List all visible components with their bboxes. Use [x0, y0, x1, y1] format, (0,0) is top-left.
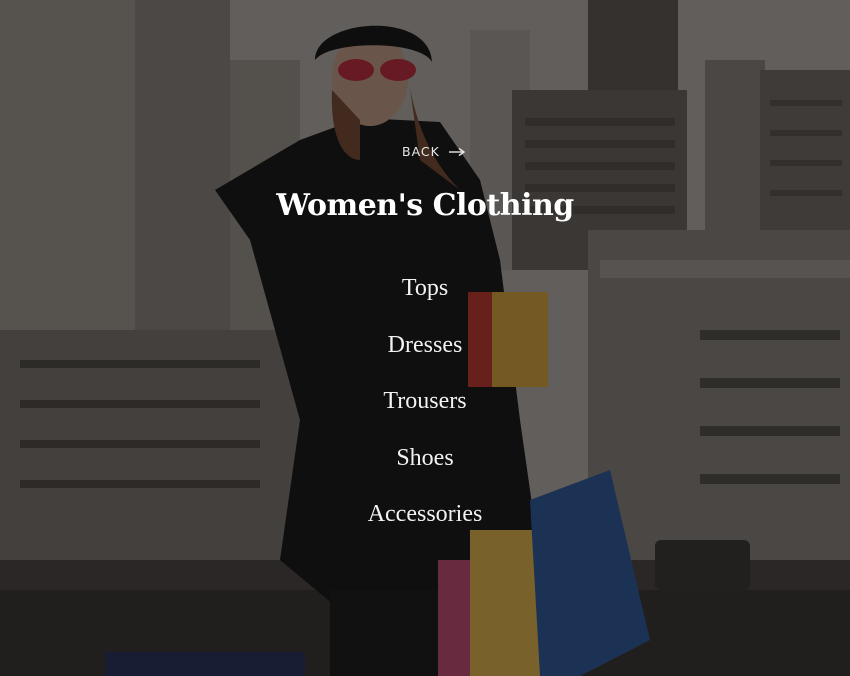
- list-item: Trousers: [0, 381, 850, 438]
- list-item: Dresses: [0, 325, 850, 382]
- back-label: BACK: [402, 144, 440, 159]
- category-menu: BACK Women's Clothing Tops Dresses Trous…: [0, 0, 850, 676]
- list-item: Shoes: [0, 438, 850, 495]
- menu-item-tops[interactable]: Tops: [0, 268, 850, 325]
- list-item: Tops: [0, 268, 850, 325]
- menu-item-shoes[interactable]: Shoes: [0, 438, 850, 495]
- menu-item-trousers[interactable]: Trousers: [0, 381, 850, 438]
- category-list: Tops Dresses Trousers Shoes Accessories: [0, 268, 850, 551]
- menu-item-accessories[interactable]: Accessories: [0, 494, 850, 551]
- back-link[interactable]: BACK: [402, 144, 466, 159]
- menu-item-dresses[interactable]: Dresses: [0, 325, 850, 382]
- arrow-right-icon: [448, 147, 466, 156]
- list-item: Accessories: [0, 494, 850, 551]
- menu-title: Women's Clothing: [276, 188, 574, 223]
